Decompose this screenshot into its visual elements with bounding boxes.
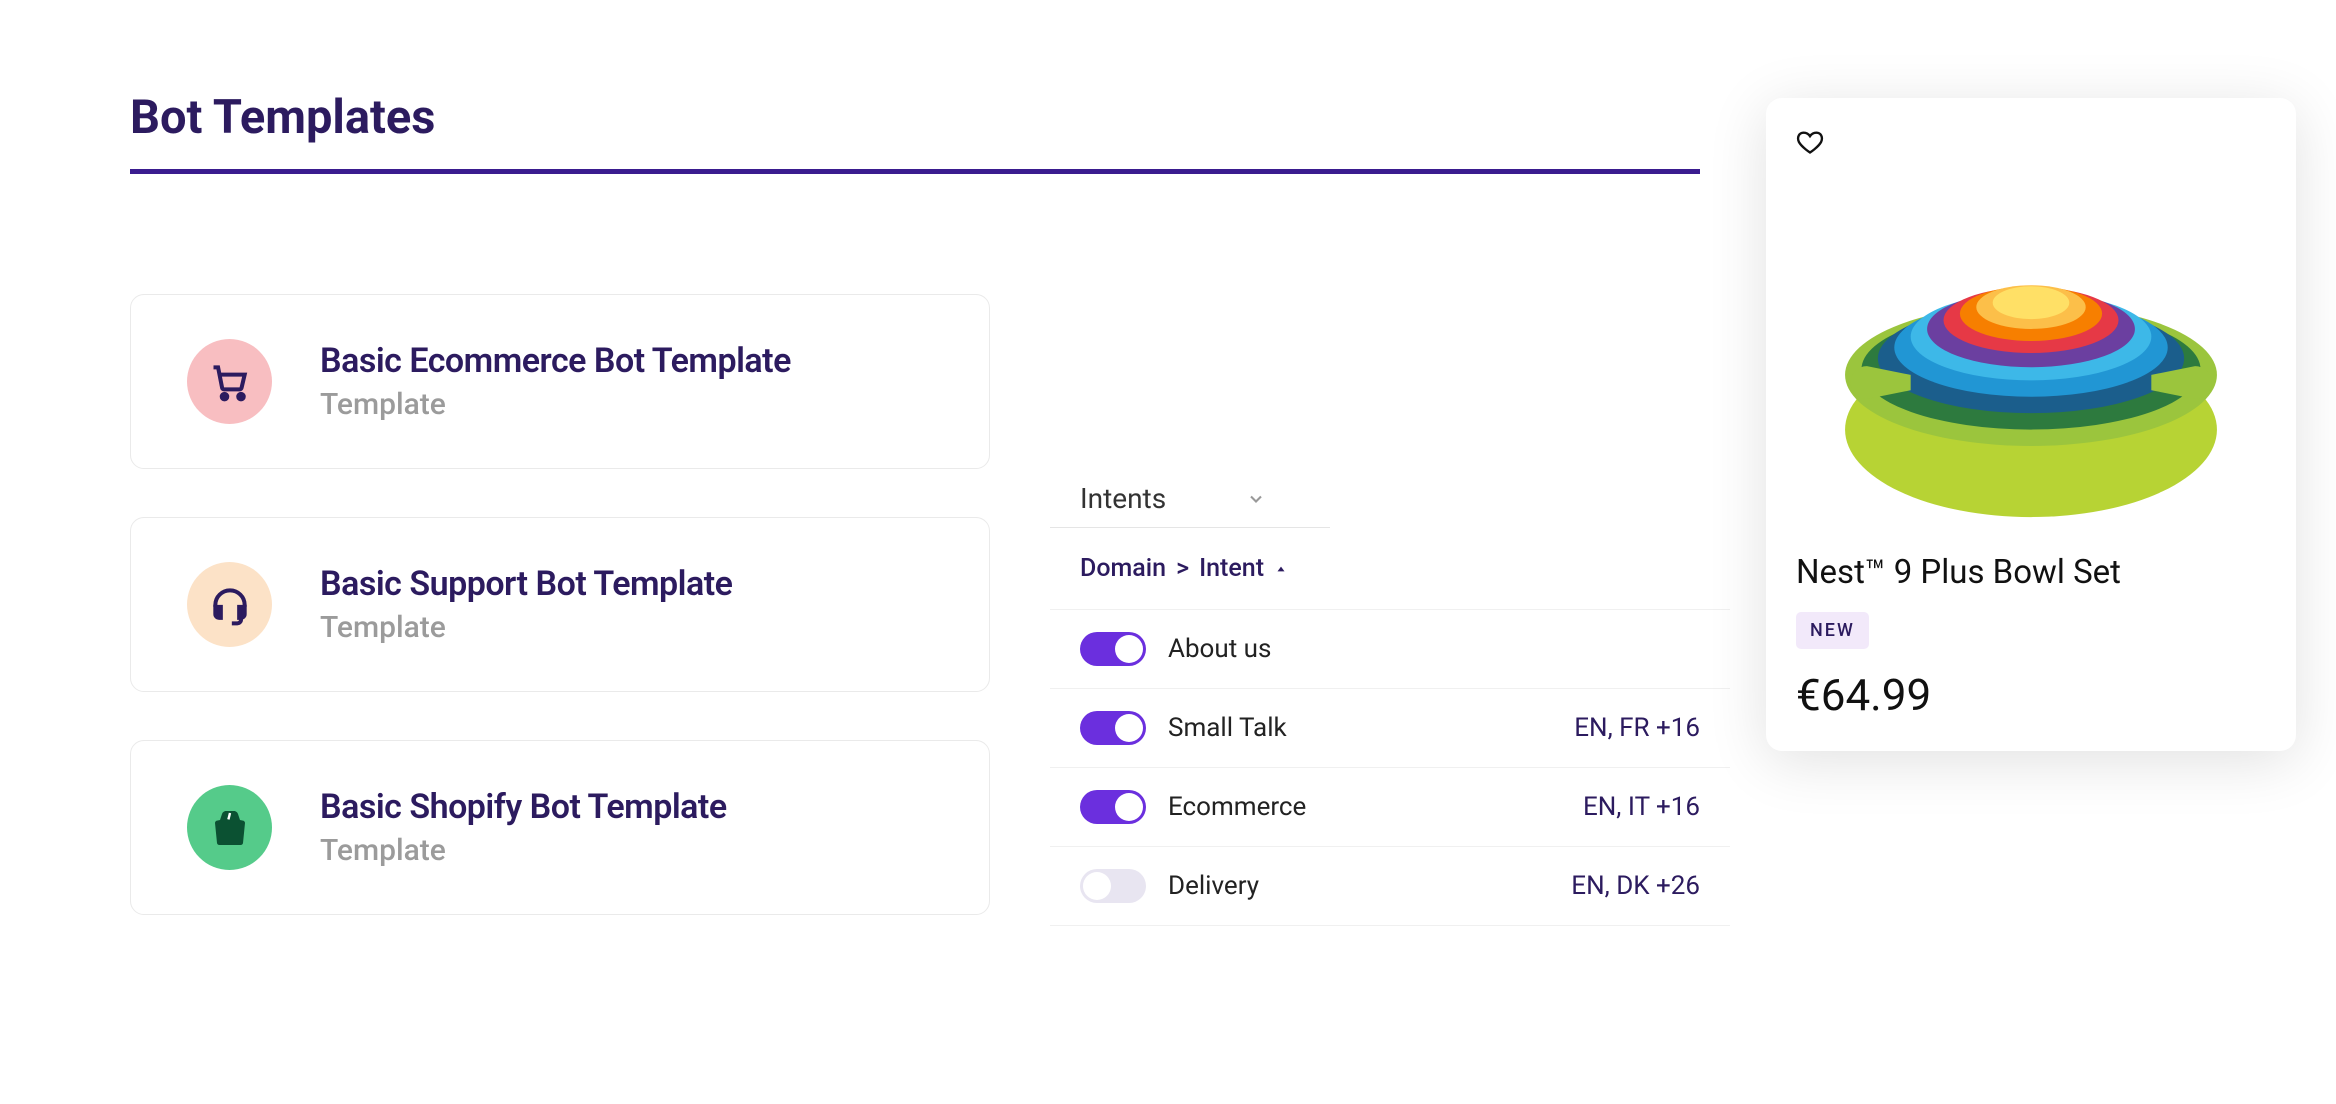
intent-languages: EN, FR +16 — [1574, 713, 1700, 743]
intents-panel: Intents Domain > Intent About us Small T… — [1050, 470, 1730, 926]
chevron-down-icon — [1246, 489, 1266, 509]
template-title: Basic Shopify Bot Template — [320, 787, 727, 827]
breadcrumb-parent: Domain — [1080, 554, 1166, 583]
intents-heading: Intents — [1080, 482, 1166, 515]
intent-toggle[interactable] — [1080, 711, 1146, 745]
page-title: Bot Templates — [130, 90, 1700, 174]
intent-label: Delivery — [1168, 871, 1549, 901]
product-badge: NEW — [1796, 612, 1869, 649]
template-title: Basic Support Bot Template — [320, 564, 732, 604]
intent-row: Ecommerce EN, IT +16 — [1050, 768, 1730, 847]
template-subtitle: Template — [320, 387, 791, 422]
sort-up-icon — [1274, 562, 1288, 576]
intent-row: Small Talk EN, FR +16 — [1050, 689, 1730, 768]
breadcrumb[interactable]: Domain > Intent — [1050, 528, 1730, 610]
intent-label: Ecommerce — [1168, 792, 1561, 822]
template-subtitle: Template — [320, 833, 727, 868]
breadcrumb-sep: > — [1176, 554, 1189, 583]
intents-dropdown[interactable]: Intents — [1050, 470, 1330, 528]
product-card[interactable]: Nest™ 9 Plus Bowl Set NEW €64.99 — [1766, 98, 2296, 751]
shopify-icon — [187, 785, 272, 870]
template-title: Basic Ecommerce Bot Template — [320, 341, 791, 381]
template-card[interactable]: Basic Ecommerce Bot Template Template — [130, 294, 990, 469]
intent-languages: EN, IT +16 — [1583, 792, 1700, 822]
intent-toggle[interactable] — [1080, 869, 1146, 903]
template-card[interactable]: Basic Shopify Bot Template Template — [130, 740, 990, 915]
template-card[interactable]: Basic Support Bot Template Template — [130, 517, 990, 692]
intent-toggle[interactable] — [1080, 790, 1146, 824]
cart-icon — [187, 339, 272, 424]
product-image — [1796, 173, 2266, 533]
heart-icon[interactable] — [1796, 128, 2266, 163]
intent-toggle[interactable] — [1080, 632, 1146, 666]
product-name: Nest™ 9 Plus Bowl Set — [1796, 553, 2266, 592]
intent-languages: EN, DK +26 — [1571, 871, 1700, 901]
template-subtitle: Template — [320, 610, 732, 645]
headset-icon — [187, 562, 272, 647]
intent-label: Small Talk — [1168, 713, 1552, 743]
intent-label: About us — [1168, 634, 1678, 664]
intent-row: Delivery EN, DK +26 — [1050, 847, 1730, 926]
product-price: €64.99 — [1796, 669, 2266, 721]
intent-row: About us — [1050, 610, 1730, 689]
breadcrumb-current: Intent — [1199, 554, 1264, 583]
